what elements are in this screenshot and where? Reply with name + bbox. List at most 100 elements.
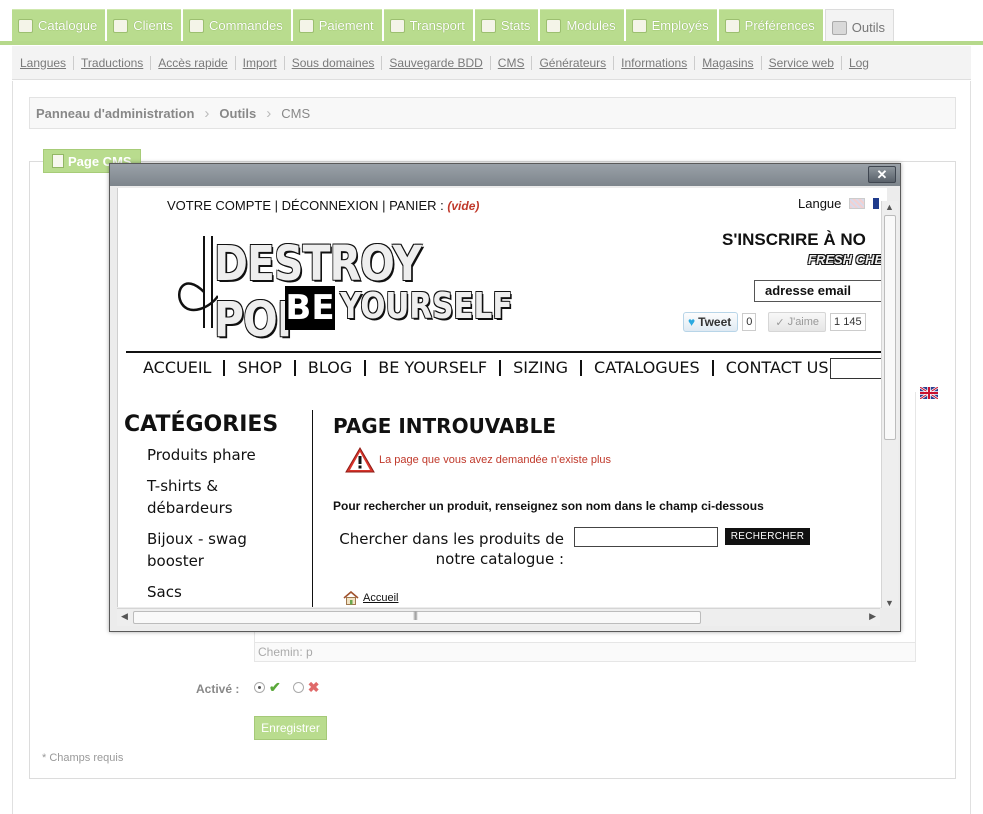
shop-search-input[interactable]	[830, 358, 887, 379]
scroll-right-icon[interactable]: ▶	[869, 611, 876, 622]
tab-stats[interactable]: Stats	[474, 9, 539, 41]
tab-catalogue[interactable]: Catalogue	[12, 9, 106, 41]
tab-label: Transport	[409, 18, 465, 33]
subnav-link[interactable]: Service web	[762, 55, 842, 70]
subnav-link[interactable]: Magasins	[695, 55, 762, 70]
shop-nav-item[interactable]: SIZING	[501, 360, 583, 376]
page-title: PAGE INTROUVABLE	[333, 414, 557, 438]
shop-nav-item[interactable]: CATALOGUES	[582, 360, 714, 376]
twitter-icon: ♥	[688, 315, 696, 329]
tab-outils[interactable]: Outils	[824, 9, 894, 45]
logout-link[interactable]: DÉCONNEXION	[282, 198, 379, 213]
subnav-link[interactable]: Générateurs	[532, 55, 615, 70]
like-count: 1 145	[830, 313, 866, 331]
subnav-link[interactable]: Accès rapide	[151, 55, 236, 70]
category-item[interactable]: T-shirts & débardeurs	[147, 475, 307, 519]
category-item[interactable]: Bijoux - swag booster	[147, 528, 307, 572]
like-button[interactable]: ✓ J'aime	[768, 312, 827, 332]
tab-modules[interactable]: Modules	[540, 9, 624, 41]
shop-nav-item[interactable]: SHOP	[225, 360, 296, 376]
shop-nav-item[interactable]: ACCUEIL	[143, 360, 226, 376]
categories-title: CATÉGORIES	[124, 412, 279, 437]
tab-employés[interactable]: Employés	[625, 9, 717, 41]
wrench-icon	[831, 20, 847, 35]
shop-nav-item[interactable]: BE YOURSELF	[366, 360, 502, 376]
search-button[interactable]: RECHERCHER	[725, 528, 810, 545]
chevron-right-icon: ›	[266, 104, 272, 122]
logo-line2: YOURSELF	[340, 286, 513, 327]
home-link[interactable]: Accueil	[343, 591, 398, 605]
tab-transport[interactable]: Transport	[383, 9, 473, 41]
error-message-row: La page que vous avez demandée n'existe …	[345, 446, 611, 474]
subnav-link[interactable]: Log	[842, 56, 876, 70]
newsletter-email-input[interactable]: adresse email	[754, 280, 887, 302]
fr-flag-icon[interactable]	[873, 198, 880, 209]
horizontal-scrollbar[interactable]: ◀ ||| ▶	[117, 608, 880, 626]
save-button[interactable]: Enregistrer	[254, 716, 327, 740]
newsletter-title: S'INSCRIRE À NO	[722, 230, 866, 249]
chevron-right-icon: ›	[204, 104, 210, 122]
account-bar: VOTRE COMPTE | DÉCONNEXION | PANIER : (v…	[167, 198, 479, 213]
main-tabs: Catalogue Clients Commandes Paiement Transpo…	[12, 9, 894, 45]
subnav-link[interactable]: Traductions	[74, 55, 152, 70]
tweet-count: 0	[742, 313, 757, 331]
vertical-scroll-thumb[interactable]	[884, 215, 896, 440]
uk-flag-icon[interactable]	[849, 198, 866, 209]
subnav-link[interactable]: CMS	[491, 55, 533, 70]
subnav-link[interactable]: Sous domaines	[285, 55, 383, 70]
subnav-link[interactable]: Import	[236, 55, 285, 70]
cart-link[interactable]: PANIER :	[389, 198, 444, 213]
active-label: Activé :	[196, 682, 240, 696]
preferences-icon	[724, 18, 740, 33]
tab-label: Commandes	[209, 18, 283, 33]
orders-icon	[189, 18, 205, 33]
breadcrumb: Panneau d'administration › Outils › CMS	[29, 97, 956, 129]
home-icon	[343, 591, 359, 605]
user-icon	[113, 18, 129, 33]
separator: |	[274, 198, 282, 213]
shop-nav-item[interactable]: CONTACT US	[714, 360, 841, 376]
breadcrumb-section[interactable]: Outils	[219, 106, 256, 121]
uk-flag-icon[interactable]	[920, 387, 938, 399]
breadcrumb-root[interactable]: Panneau d'administration	[36, 106, 194, 121]
close-button[interactable]: ✕	[868, 166, 896, 183]
tab-label: Stats	[500, 18, 531, 33]
active-no-radio[interactable]	[292, 682, 304, 693]
like-check-icon: ✓	[775, 316, 785, 329]
catalog-search-input[interactable]	[574, 527, 718, 547]
account-link[interactable]: VOTRE COMPTE	[167, 198, 271, 213]
tab-préférences[interactable]: Préférences	[718, 9, 823, 41]
cart-empty-label: (vide)	[447, 199, 480, 213]
required-note: * Champs requis	[42, 752, 124, 764]
shop-logo[interactable]: DESTROY POP BE YOURSELF	[174, 232, 514, 348]
tab-clients[interactable]: Clients	[107, 9, 182, 41]
vertical-scrollbar[interactable]: ▲ ▼	[881, 201, 898, 608]
logo-mark-icon	[178, 236, 218, 328]
tab-paiement[interactable]: Paiement	[292, 9, 382, 41]
category-item[interactable]: Sacs	[147, 581, 307, 603]
subnav-link[interactable]: Sauvegarde BDD	[382, 55, 491, 70]
scroll-down-icon[interactable]: ▼	[885, 598, 894, 608]
tab-label: Modules	[566, 18, 616, 33]
social-buttons: ♥ Tweet 0 ✓ J'aime 1 145	[683, 312, 866, 332]
warning-icon	[345, 447, 375, 473]
tweet-button[interactable]: ♥ Tweet	[683, 312, 739, 332]
checkmark-icon: ✔	[269, 679, 281, 695]
newsletter-subtitle: FRESH CHE	[808, 252, 884, 267]
error-message: La page que vous avez demandée n'existe …	[379, 454, 612, 466]
active-yes-radio[interactable]	[254, 682, 265, 693]
category-item[interactable]: Produits phare	[147, 444, 307, 466]
tab-commandes[interactable]: Commandes	[183, 9, 291, 41]
scroll-up-icon[interactable]: ▲	[885, 202, 894, 212]
tab-label: Préférences	[744, 18, 815, 33]
scroll-left-icon[interactable]: ◀	[121, 611, 128, 622]
logo-be: BE	[285, 286, 335, 330]
subnav-link[interactable]: Langues	[20, 55, 75, 70]
shop-nav-item[interactable]: BLOG	[296, 360, 367, 376]
column-divider	[312, 410, 313, 607]
modal-titlebar[interactable]: ✕	[110, 164, 900, 186]
tab-label: Outils	[851, 20, 885, 35]
stats-icon	[480, 18, 496, 33]
subnav-link[interactable]: Informations	[614, 55, 696, 70]
folder-icon	[18, 18, 33, 33]
